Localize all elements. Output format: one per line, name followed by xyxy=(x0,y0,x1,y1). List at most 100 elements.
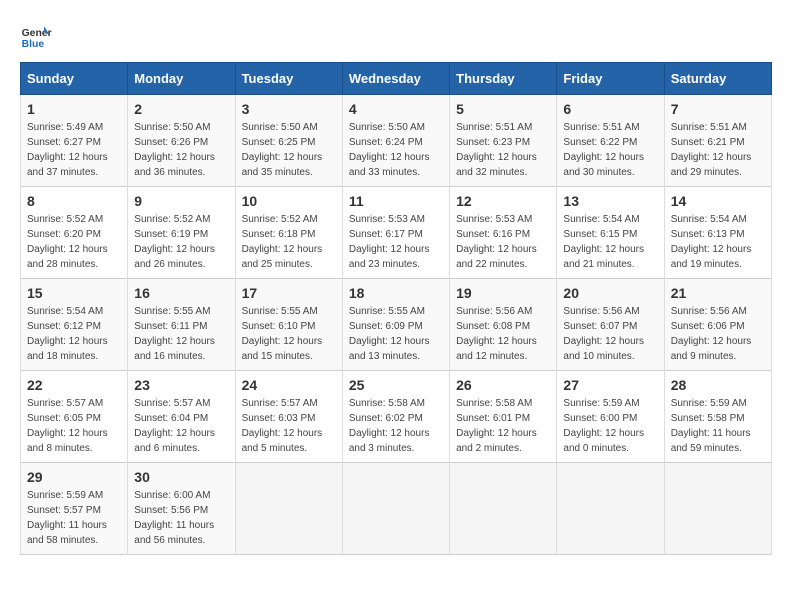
day-number: 11 xyxy=(349,193,443,209)
calendar-cell: 12 Sunrise: 5:53 AM Sunset: 6:16 PM Dayl… xyxy=(450,187,557,279)
calendar-cell xyxy=(557,463,664,555)
day-number: 13 xyxy=(563,193,657,209)
calendar-cell: 30 Sunrise: 6:00 AM Sunset: 5:56 PM Dayl… xyxy=(128,463,235,555)
calendar-cell xyxy=(342,463,449,555)
day-number: 25 xyxy=(349,377,443,393)
day-header-monday: Monday xyxy=(128,63,235,95)
calendar-header-row: SundayMondayTuesdayWednesdayThursdayFrid… xyxy=(21,63,772,95)
calendar-cell: 23 Sunrise: 5:57 AM Sunset: 6:04 PM Dayl… xyxy=(128,371,235,463)
calendar-cell: 8 Sunrise: 5:52 AM Sunset: 6:20 PM Dayli… xyxy=(21,187,128,279)
day-info: Sunrise: 5:51 AM Sunset: 6:22 PM Dayligh… xyxy=(563,120,657,180)
day-number: 22 xyxy=(27,377,121,393)
day-number: 10 xyxy=(242,193,336,209)
day-info: Sunrise: 5:58 AM Sunset: 6:02 PM Dayligh… xyxy=(349,396,443,456)
calendar-cell: 9 Sunrise: 5:52 AM Sunset: 6:19 PM Dayli… xyxy=(128,187,235,279)
calendar-cell: 3 Sunrise: 5:50 AM Sunset: 6:25 PM Dayli… xyxy=(235,95,342,187)
calendar-cell: 27 Sunrise: 5:59 AM Sunset: 6:00 PM Dayl… xyxy=(557,371,664,463)
week-row-2: 8 Sunrise: 5:52 AM Sunset: 6:20 PM Dayli… xyxy=(21,187,772,279)
day-info: Sunrise: 5:55 AM Sunset: 6:10 PM Dayligh… xyxy=(242,304,336,364)
calendar-cell xyxy=(664,463,771,555)
day-number: 14 xyxy=(671,193,765,209)
day-info: Sunrise: 5:54 AM Sunset: 6:15 PM Dayligh… xyxy=(563,212,657,272)
week-row-1: 1 Sunrise: 5:49 AM Sunset: 6:27 PM Dayli… xyxy=(21,95,772,187)
calendar-cell: 2 Sunrise: 5:50 AM Sunset: 6:26 PM Dayli… xyxy=(128,95,235,187)
calendar-cell: 1 Sunrise: 5:49 AM Sunset: 6:27 PM Dayli… xyxy=(21,95,128,187)
day-number: 15 xyxy=(27,285,121,301)
day-number: 28 xyxy=(671,377,765,393)
day-info: Sunrise: 5:59 AM Sunset: 5:58 PM Dayligh… xyxy=(671,396,765,456)
day-number: 26 xyxy=(456,377,550,393)
day-number: 9 xyxy=(134,193,228,209)
day-info: Sunrise: 5:53 AM Sunset: 6:16 PM Dayligh… xyxy=(456,212,550,272)
logo: General Blue xyxy=(20,20,52,52)
calendar-cell: 13 Sunrise: 5:54 AM Sunset: 6:15 PM Dayl… xyxy=(557,187,664,279)
day-info: Sunrise: 5:57 AM Sunset: 6:03 PM Dayligh… xyxy=(242,396,336,456)
calendar-cell: 4 Sunrise: 5:50 AM Sunset: 6:24 PM Dayli… xyxy=(342,95,449,187)
day-info: Sunrise: 5:50 AM Sunset: 6:25 PM Dayligh… xyxy=(242,120,336,180)
day-header-sunday: Sunday xyxy=(21,63,128,95)
day-info: Sunrise: 5:56 AM Sunset: 6:06 PM Dayligh… xyxy=(671,304,765,364)
calendar-cell: 7 Sunrise: 5:51 AM Sunset: 6:21 PM Dayli… xyxy=(664,95,771,187)
day-number: 12 xyxy=(456,193,550,209)
week-row-4: 22 Sunrise: 5:57 AM Sunset: 6:05 PM Dayl… xyxy=(21,371,772,463)
page-header: General Blue xyxy=(20,20,772,52)
calendar-cell: 14 Sunrise: 5:54 AM Sunset: 6:13 PM Dayl… xyxy=(664,187,771,279)
day-info: Sunrise: 5:52 AM Sunset: 6:20 PM Dayligh… xyxy=(27,212,121,272)
day-number: 4 xyxy=(349,101,443,117)
day-info: Sunrise: 5:54 AM Sunset: 6:13 PM Dayligh… xyxy=(671,212,765,272)
day-info: Sunrise: 5:55 AM Sunset: 6:09 PM Dayligh… xyxy=(349,304,443,364)
day-number: 1 xyxy=(27,101,121,117)
calendar-body: 1 Sunrise: 5:49 AM Sunset: 6:27 PM Dayli… xyxy=(21,95,772,555)
day-number: 6 xyxy=(563,101,657,117)
calendar-cell: 29 Sunrise: 5:59 AM Sunset: 5:57 PM Dayl… xyxy=(21,463,128,555)
day-info: Sunrise: 5:49 AM Sunset: 6:27 PM Dayligh… xyxy=(27,120,121,180)
calendar-cell: 19 Sunrise: 5:56 AM Sunset: 6:08 PM Dayl… xyxy=(450,279,557,371)
day-number: 3 xyxy=(242,101,336,117)
day-number: 8 xyxy=(27,193,121,209)
day-number: 23 xyxy=(134,377,228,393)
calendar-cell xyxy=(450,463,557,555)
day-info: Sunrise: 5:54 AM Sunset: 6:12 PM Dayligh… xyxy=(27,304,121,364)
calendar-cell: 11 Sunrise: 5:53 AM Sunset: 6:17 PM Dayl… xyxy=(342,187,449,279)
day-number: 17 xyxy=(242,285,336,301)
week-row-5: 29 Sunrise: 5:59 AM Sunset: 5:57 PM Dayl… xyxy=(21,463,772,555)
day-info: Sunrise: 5:52 AM Sunset: 6:18 PM Dayligh… xyxy=(242,212,336,272)
day-number: 24 xyxy=(242,377,336,393)
calendar-cell: 6 Sunrise: 5:51 AM Sunset: 6:22 PM Dayli… xyxy=(557,95,664,187)
day-number: 20 xyxy=(563,285,657,301)
calendar-cell: 20 Sunrise: 5:56 AM Sunset: 6:07 PM Dayl… xyxy=(557,279,664,371)
day-info: Sunrise: 5:51 AM Sunset: 6:21 PM Dayligh… xyxy=(671,120,765,180)
calendar-table: SundayMondayTuesdayWednesdayThursdayFrid… xyxy=(20,62,772,555)
day-header-saturday: Saturday xyxy=(664,63,771,95)
logo-icon: General Blue xyxy=(20,20,52,52)
day-number: 7 xyxy=(671,101,765,117)
day-number: 27 xyxy=(563,377,657,393)
day-info: Sunrise: 5:59 AM Sunset: 6:00 PM Dayligh… xyxy=(563,396,657,456)
calendar-cell: 24 Sunrise: 5:57 AM Sunset: 6:03 PM Dayl… xyxy=(235,371,342,463)
calendar-cell: 10 Sunrise: 5:52 AM Sunset: 6:18 PM Dayl… xyxy=(235,187,342,279)
calendar-cell: 26 Sunrise: 5:58 AM Sunset: 6:01 PM Dayl… xyxy=(450,371,557,463)
day-number: 16 xyxy=(134,285,228,301)
day-info: Sunrise: 5:53 AM Sunset: 6:17 PM Dayligh… xyxy=(349,212,443,272)
day-info: Sunrise: 5:57 AM Sunset: 6:05 PM Dayligh… xyxy=(27,396,121,456)
day-info: Sunrise: 5:55 AM Sunset: 6:11 PM Dayligh… xyxy=(134,304,228,364)
day-info: Sunrise: 5:57 AM Sunset: 6:04 PM Dayligh… xyxy=(134,396,228,456)
day-info: Sunrise: 5:50 AM Sunset: 6:24 PM Dayligh… xyxy=(349,120,443,180)
day-number: 19 xyxy=(456,285,550,301)
day-number: 5 xyxy=(456,101,550,117)
day-number: 18 xyxy=(349,285,443,301)
svg-text:Blue: Blue xyxy=(22,39,45,50)
day-info: Sunrise: 5:51 AM Sunset: 6:23 PM Dayligh… xyxy=(456,120,550,180)
day-info: Sunrise: 5:58 AM Sunset: 6:01 PM Dayligh… xyxy=(456,396,550,456)
calendar-cell: 25 Sunrise: 5:58 AM Sunset: 6:02 PM Dayl… xyxy=(342,371,449,463)
day-header-friday: Friday xyxy=(557,63,664,95)
calendar-cell: 15 Sunrise: 5:54 AM Sunset: 6:12 PM Dayl… xyxy=(21,279,128,371)
day-number: 30 xyxy=(134,469,228,485)
week-row-3: 15 Sunrise: 5:54 AM Sunset: 6:12 PM Dayl… xyxy=(21,279,772,371)
calendar-cell: 5 Sunrise: 5:51 AM Sunset: 6:23 PM Dayli… xyxy=(450,95,557,187)
day-header-thursday: Thursday xyxy=(450,63,557,95)
calendar-cell: 18 Sunrise: 5:55 AM Sunset: 6:09 PM Dayl… xyxy=(342,279,449,371)
calendar-cell: 21 Sunrise: 5:56 AM Sunset: 6:06 PM Dayl… xyxy=(664,279,771,371)
day-number: 29 xyxy=(27,469,121,485)
day-info: Sunrise: 6:00 AM Sunset: 5:56 PM Dayligh… xyxy=(134,488,228,548)
